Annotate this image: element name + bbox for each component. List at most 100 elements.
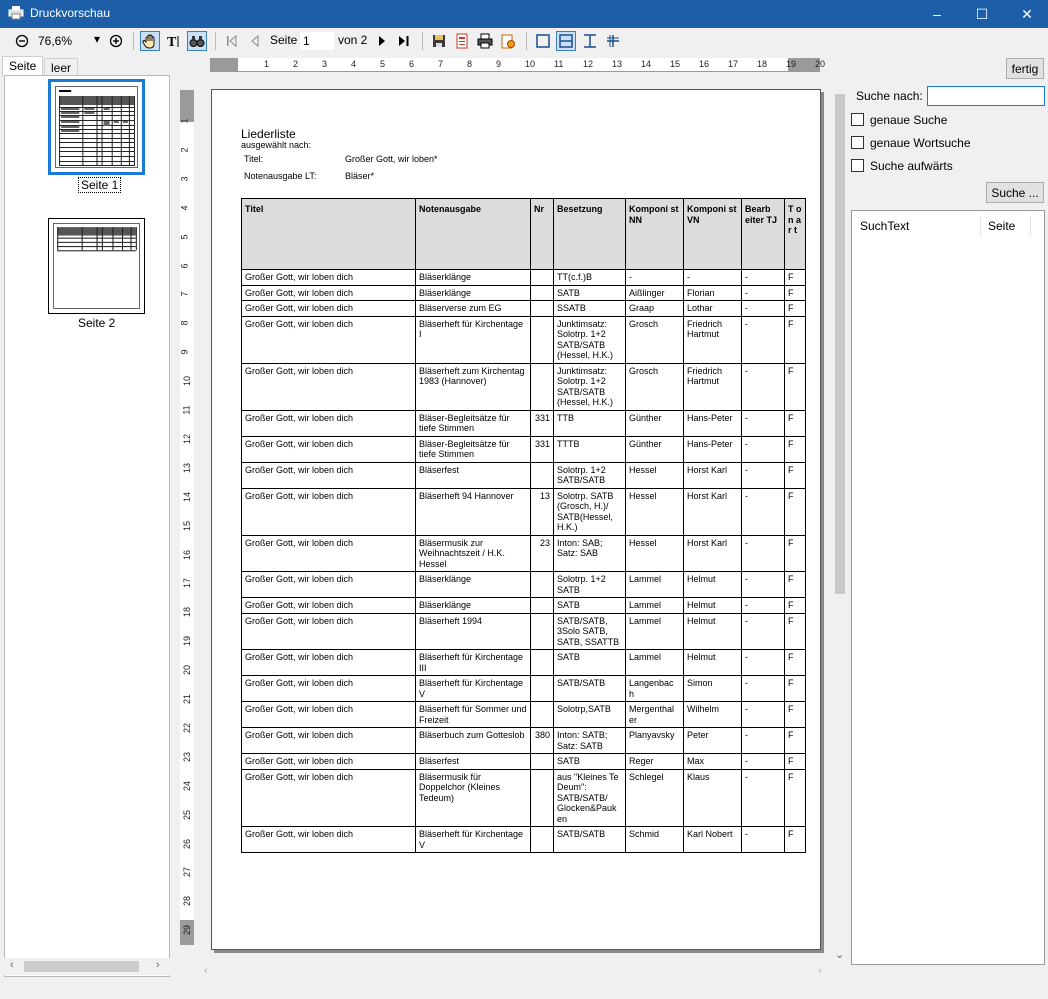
table-row: Großer Gott, wir loben dich Bläsermusik z… [241,534,806,572]
col-bearbeiter-cell: - [741,571,785,598]
col-bearbeiter-cell: - [741,612,785,650]
maximize-button[interactable]: ☐ [959,0,1005,28]
col-nr-cell: 23 [530,534,554,572]
last-page-icon[interactable] [394,31,414,51]
col-besetzung-cell: SATB/SATB [553,826,626,853]
ruler-mark: 3 [322,59,328,69]
scrollbar-thumb[interactable] [24,961,139,972]
col-nr-cell [530,571,554,598]
filter-value: Bläser* [345,171,375,181]
col-tonart-cell: F [784,768,806,827]
scrollbar-thumb[interactable] [835,94,845,594]
col-tonart-cell: F [784,461,806,489]
save-icon[interactable] [429,31,449,51]
hand-tool-icon[interactable] [140,31,160,51]
col-titel-cell: Großer Gott, wir loben dich [241,461,416,489]
thumbnail-page-2[interactable] [48,218,145,314]
col-besetzung-cell: Junktimsatz: Solotrp. 1+2 SATB/SATB (Hes… [553,362,626,411]
exact-word-search-label: genaue Wortsuche [870,136,971,150]
col-tonart-cell: F [784,701,806,728]
zoom-out-icon[interactable] [12,31,32,51]
column-header-suchtext[interactable]: SuchText [860,219,909,233]
table-row: Großer Gott, wir loben dich Bläserheft fü… [241,675,806,702]
exact-word-search-checkbox[interactable] [851,136,864,149]
close-button[interactable]: ✕ [1004,0,1048,28]
ruler-mark: 15 [670,59,681,69]
col-komponist-vn-cell: Florian [683,284,742,301]
col-nr-cell [530,826,554,853]
minimize-button[interactable]: – [914,0,960,28]
table-row: Großer Gott, wir loben dich Bläser-Beglei… [241,409,806,437]
fertig-button[interactable]: fertig [1006,58,1044,79]
report-table: Titel Notenausgabe Nr Besetzung Komponi st N… [241,198,806,853]
col-titel-cell: Großer Gott, wir loben dich [241,487,416,536]
col-notenausgabe-cell: Bläserverse zum EG [415,300,531,317]
ruler-mark: 16 [699,59,710,69]
search-button[interactable]: Suche ... [986,182,1044,203]
col-besetzung-cell: Solotrp,SATB [553,701,626,728]
scroll-left-icon[interactable]: ‹ [10,959,14,971]
preview-hscrollbar[interactable]: ‹ › [198,964,832,981]
page-setup-icon[interactable] [498,31,518,51]
ruler-mark: 14 [182,491,193,502]
col-tonart-cell: F [784,409,806,437]
scroll-down-icon[interactable]: ⌄ [835,948,844,961]
col-titel-cell: Großer Gott, wir loben dich [241,701,416,728]
previous-page-icon[interactable] [245,31,265,51]
find-binoculars-icon[interactable] [187,31,207,51]
col-komponist-nn-cell: Günther [625,409,684,437]
ruler-mark: 29 [182,925,193,936]
two-page-view-icon[interactable] [580,31,600,51]
col-titel-cell: Großer Gott, wir loben dich [241,649,416,676]
search-label: Suche nach: [856,89,923,103]
page-number-input[interactable]: 1 [300,32,334,50]
col-titel-cell: Großer Gott, wir loben dich [241,612,416,650]
col-besetzung-cell: Solotrp. SATB (Grosch, H.)/ SATB(Hessel,… [553,487,626,536]
col-nr-cell [530,612,554,650]
text-select-icon[interactable]: T [164,31,184,51]
search-results-list[interactable]: SuchText Seite [851,210,1045,965]
col-komponist-vn-cell: Friedrich Hartmut [683,362,742,411]
ruler-mark: 24 [182,780,193,791]
search-upward-checkbox[interactable] [851,159,864,172]
ruler-mark: 25 [182,809,193,820]
scroll-right-icon[interactable]: › [818,965,822,977]
col-titel-cell: Großer Gott, wir loben dich [241,269,416,286]
col-nr-cell [530,300,554,317]
col-nr-cell [530,461,554,489]
top-ruler: 1 2 3 4 5 6 7 8 9 10 11 12 13 14 15 16 17 18 19 20 [210,58,825,72]
zoom-in-icon[interactable] [106,31,126,51]
col-besetzung-cell: SATB [553,649,626,676]
next-page-icon[interactable] [372,31,392,51]
col-titel-cell: Großer Gott, wir loben dich [241,409,416,437]
col-besetzung-cell: SSATB [553,300,626,317]
preview-vscrollbar[interactable]: ⌄ [832,78,848,964]
single-page-view-icon[interactable] [533,31,553,51]
table-row: Großer Gott, wir loben dich Bläserfest Sol… [241,461,806,489]
zoom-select[interactable]: 76,6% [38,32,96,50]
exact-search-checkbox[interactable] [851,113,864,126]
scroll-left-icon[interactable]: ‹ [204,965,208,977]
ruler-mark: 17 [182,578,193,589]
thumbnail-hscrollbar[interactable]: ‹ › [4,958,170,975]
chevron-down-icon[interactable]: ▾ [94,32,100,46]
col-besetzung-cell: Inton: SAB; Satz: SAB [553,534,626,572]
thumbnail-page-1[interactable] [48,79,145,175]
col-komponist-nn-cell: Hessel [625,461,684,489]
col-notenausgabe-cell: Bläserheft für Kirchentage V [415,675,531,702]
first-page-icon[interactable] [222,31,242,51]
scroll-right-icon[interactable]: › [156,959,160,971]
column-header-seite[interactable]: Seite [988,219,1015,233]
col-komponist-nn-cell: Reger [625,753,684,770]
print-icon[interactable] [475,31,495,51]
tab-leer[interactable]: leer [44,58,79,76]
four-page-view-icon[interactable] [603,31,623,51]
col-besetzung-cell: Junktimsatz: Solotrp. 1+2 SATB/SATB (Hes… [553,315,626,364]
col-titel-cell: Großer Gott, wir loben dich [241,768,416,827]
tab-seite[interactable]: Seite [2,56,44,76]
export-pdf-icon[interactable] [452,31,472,51]
ruler-mark: 13 [612,59,623,69]
col-besetzung-cell: SATB [553,284,626,301]
page-width-view-icon[interactable] [556,31,576,51]
search-input[interactable] [927,86,1045,106]
